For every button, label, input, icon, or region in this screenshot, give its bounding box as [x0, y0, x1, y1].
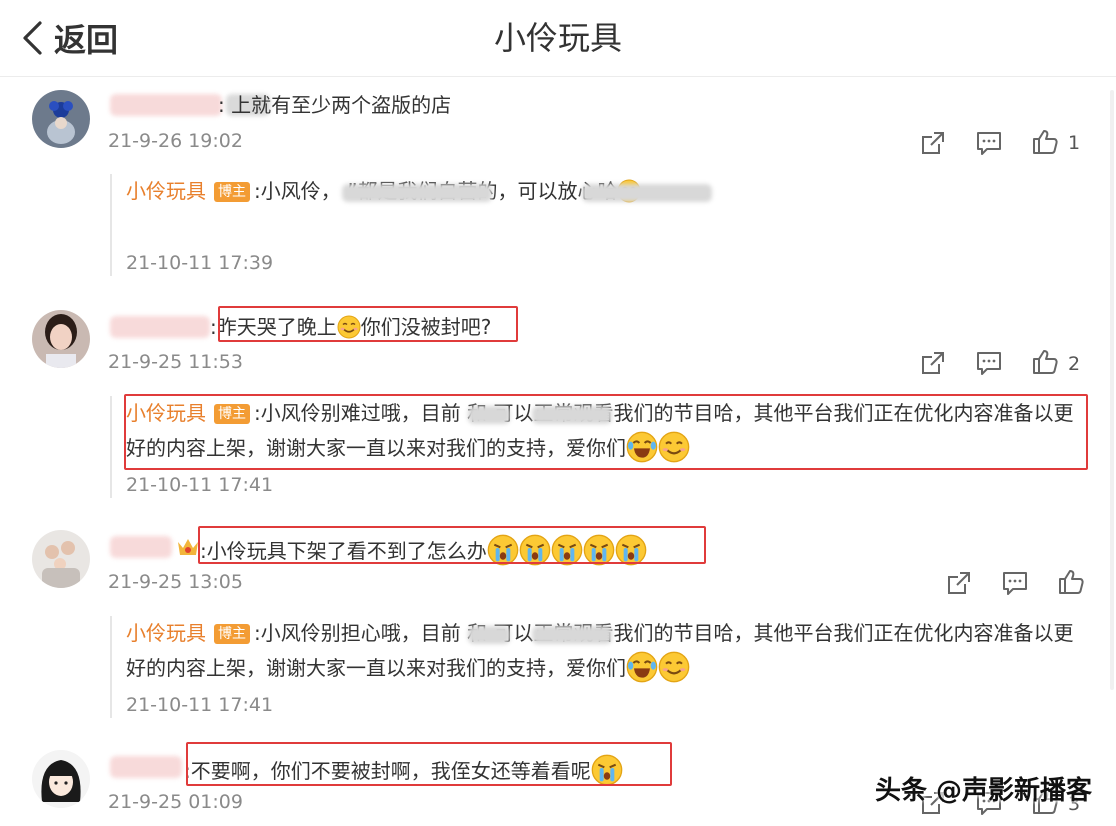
comment-icon	[1000, 568, 1030, 598]
page-title: 小伶玩具	[493, 19, 622, 57]
blurred-username	[110, 316, 210, 338]
reply-time: 21-10-11 17:39	[126, 252, 274, 274]
reply-block: 小伶玩具博主:小风伶， ”都是我们自营的，可以放心哈 21-10-11 17:3…	[110, 174, 1102, 276]
share-icon	[918, 348, 948, 378]
blurred-username	[110, 756, 182, 778]
comment-button[interactable]	[974, 348, 1004, 378]
blurred-username	[110, 94, 222, 116]
laugh-cry-emoji	[626, 651, 658, 683]
like-button[interactable]	[1056, 567, 1086, 597]
share-icon	[918, 128, 948, 158]
blurred-text	[342, 184, 492, 202]
comment-icon	[974, 348, 1004, 378]
reply-author[interactable]: 小伶玩具	[126, 179, 206, 203]
reply-block: 小伶玩具 博主:小风伶别担心哦，目前 和 可以正常观看我们的节目哈，其他平台我们正…	[110, 616, 1102, 718]
comment-item: :昨天哭了晚上 你们没被封吧? 21-9-25 11:53 2 小伶玩具 博主:小风…	[0, 306, 1116, 506]
comment-time: 21-9-25 01:09	[108, 791, 243, 813]
share-button[interactable]	[918, 128, 948, 158]
top-bar: 返回 小伶玩具	[0, 0, 1116, 77]
comment-button[interactable]	[1000, 568, 1030, 598]
author-badge: 博主	[214, 624, 250, 644]
reply-time: 21-10-11 17:41	[126, 694, 274, 716]
highlight-box	[198, 526, 706, 564]
like-count: 1	[1068, 132, 1081, 154]
blurred-text	[468, 626, 510, 644]
like-icon	[1030, 127, 1060, 157]
avatar[interactable]	[32, 750, 90, 808]
like-icon	[1030, 347, 1060, 377]
like-count: 2	[1068, 353, 1081, 375]
reply-time: 21-10-11 17:41	[126, 474, 274, 496]
smile-emoji	[658, 651, 690, 683]
blurred-username	[110, 536, 172, 558]
highlight-box	[218, 306, 518, 342]
comment-item: : 上就有至少两个盗版的店 21-9-26 19:02 1 小伶玩具 博主:小风伶…	[0, 84, 1116, 284]
like-button[interactable]	[1030, 127, 1060, 157]
crown-icon	[176, 536, 200, 558]
comment-item: :小伶玩具下架了看不到了怎么办 21-9-25 13:05 小伶玩具 博主:小风伶…	[0, 526, 1116, 726]
blurred-text	[532, 626, 612, 644]
highlight-box	[124, 394, 1088, 470]
avatar[interactable]	[32, 310, 90, 368]
comment-time: 21-9-25 13:05	[108, 571, 243, 593]
reply-author[interactable]: 小伶玩具	[126, 621, 206, 645]
watermark: 头条 @声影新播客	[874, 776, 1092, 806]
like-icon	[1056, 567, 1086, 597]
blurred-text	[582, 184, 712, 202]
comment-text: : 上就有至少两个盗版的店	[218, 93, 452, 117]
author-badge: 博主	[214, 182, 250, 202]
share-button[interactable]	[918, 348, 948, 378]
like-button[interactable]	[1030, 347, 1060, 377]
comment-time: 21-9-25 11:53	[108, 351, 243, 373]
share-button[interactable]	[944, 568, 974, 598]
share-icon	[944, 568, 974, 598]
comment-time: 21-9-26 19:02	[108, 130, 243, 152]
avatar[interactable]	[32, 530, 90, 588]
avatar[interactable]	[32, 90, 90, 148]
comment-icon	[974, 128, 1004, 158]
highlight-box	[186, 742, 672, 786]
comment-button[interactable]	[974, 128, 1004, 158]
